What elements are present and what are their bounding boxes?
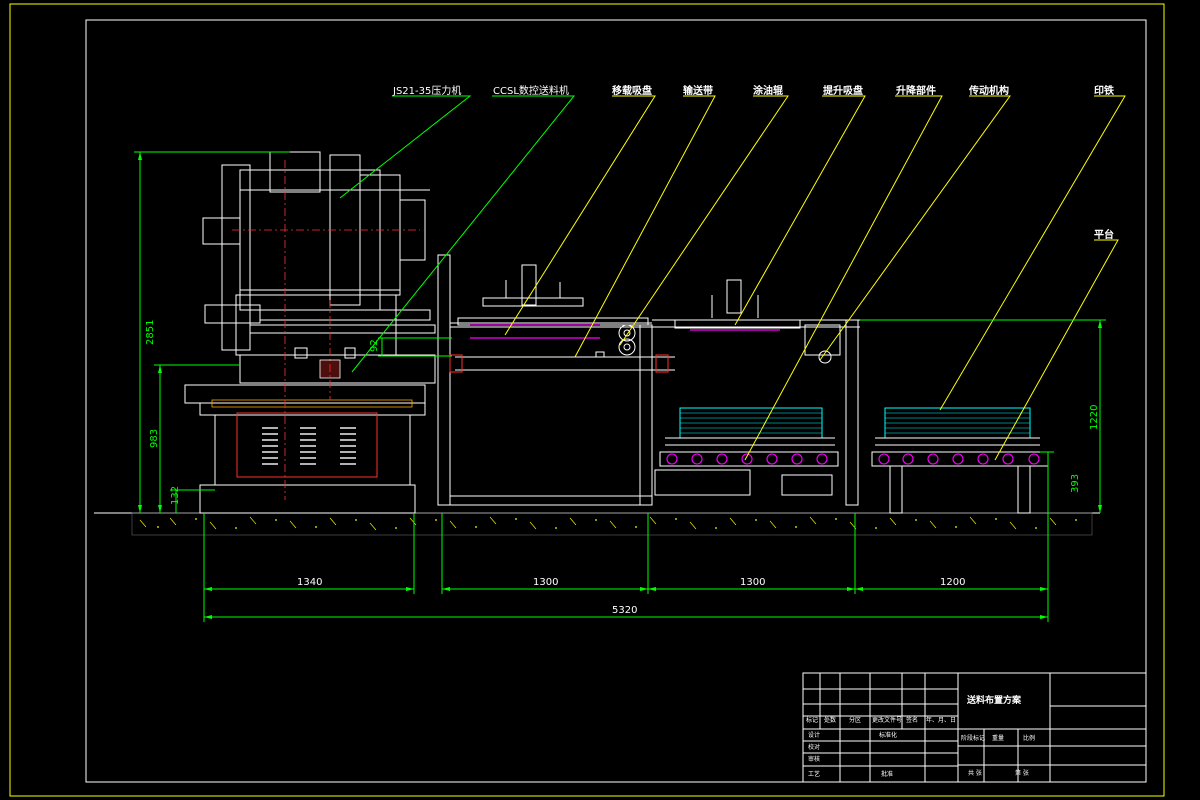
tb-zone: 分区 xyxy=(849,716,861,724)
callout-sheet: 印铁 xyxy=(1094,84,1114,97)
dim-press-length: 1340 xyxy=(297,577,322,588)
tb-sheet-no: 第 张 xyxy=(1015,769,1029,777)
callout-lift-sucker: 提升吸盘 xyxy=(823,84,863,97)
cad-drawing: JS21-35压力机 CCSL数控送料机 移载吸盘 输送带 涂油辊 提升吸盘 升… xyxy=(9,3,1165,797)
platform xyxy=(871,407,1049,514)
tb-approve: 批准 xyxy=(881,770,893,778)
conveyor-frame-1 xyxy=(437,254,675,506)
tb-scale: 比例 xyxy=(1023,734,1035,742)
dim-base-height: 132 xyxy=(170,486,181,505)
dim-total-length: 5320 xyxy=(612,605,637,616)
dim-section-c: 1200 xyxy=(940,577,965,588)
callout-lift-unit: 升降部件 xyxy=(896,84,936,97)
callout-press: JS21-35压力机 xyxy=(392,84,461,97)
dim-section-a: 1300 xyxy=(533,577,558,588)
dim-platform-height: 393 xyxy=(1070,474,1081,493)
callout-sucker: 移载吸盘 xyxy=(612,84,652,97)
callout-oiler: 涂油辊 xyxy=(753,84,783,97)
dim-feed-offset: 92 xyxy=(369,339,380,352)
lift-frame-2 xyxy=(652,279,860,506)
callout-drive: 传动机构 xyxy=(968,84,1009,97)
tb-check: 校对 xyxy=(808,743,820,751)
ground xyxy=(94,512,1100,536)
tb-sign: 签名 xyxy=(906,716,918,724)
callout-conveyor: 输送带 xyxy=(683,84,713,97)
dim-section-b: 1300 xyxy=(740,577,765,588)
dim-press-table-height: 983 xyxy=(149,429,160,448)
press-machine xyxy=(184,151,436,514)
title-block-drawing-title: 送料布置方案 xyxy=(966,694,1022,706)
dimension-lines xyxy=(134,151,1106,622)
tb-stage-mark: 阶段标记 xyxy=(961,734,985,742)
tb-process: 工艺 xyxy=(808,770,820,778)
tb-standardization: 标准化 xyxy=(879,731,897,739)
dim-total-height: 2851 xyxy=(145,320,156,345)
title-block xyxy=(802,672,1147,783)
tb-count: 处数 xyxy=(824,716,836,724)
tb-change-doc: 更改文件号 xyxy=(872,716,902,724)
tb-mark: 标记 xyxy=(806,716,818,724)
tb-sheets-total: 共 张 xyxy=(968,769,982,777)
dim-stack-height: 1220 xyxy=(1089,405,1100,430)
callout-leaders xyxy=(339,95,1126,461)
callout-platform: 平台 xyxy=(1094,228,1114,241)
tb-weight: 重量 xyxy=(992,734,1004,742)
tb-design: 设计 xyxy=(808,731,820,739)
callout-feeder: CCSL数控送料机 xyxy=(493,84,569,97)
tb-review: 审核 xyxy=(808,755,820,763)
tb-date: 年、月、日 xyxy=(926,716,956,724)
inner-frame xyxy=(85,19,1147,783)
